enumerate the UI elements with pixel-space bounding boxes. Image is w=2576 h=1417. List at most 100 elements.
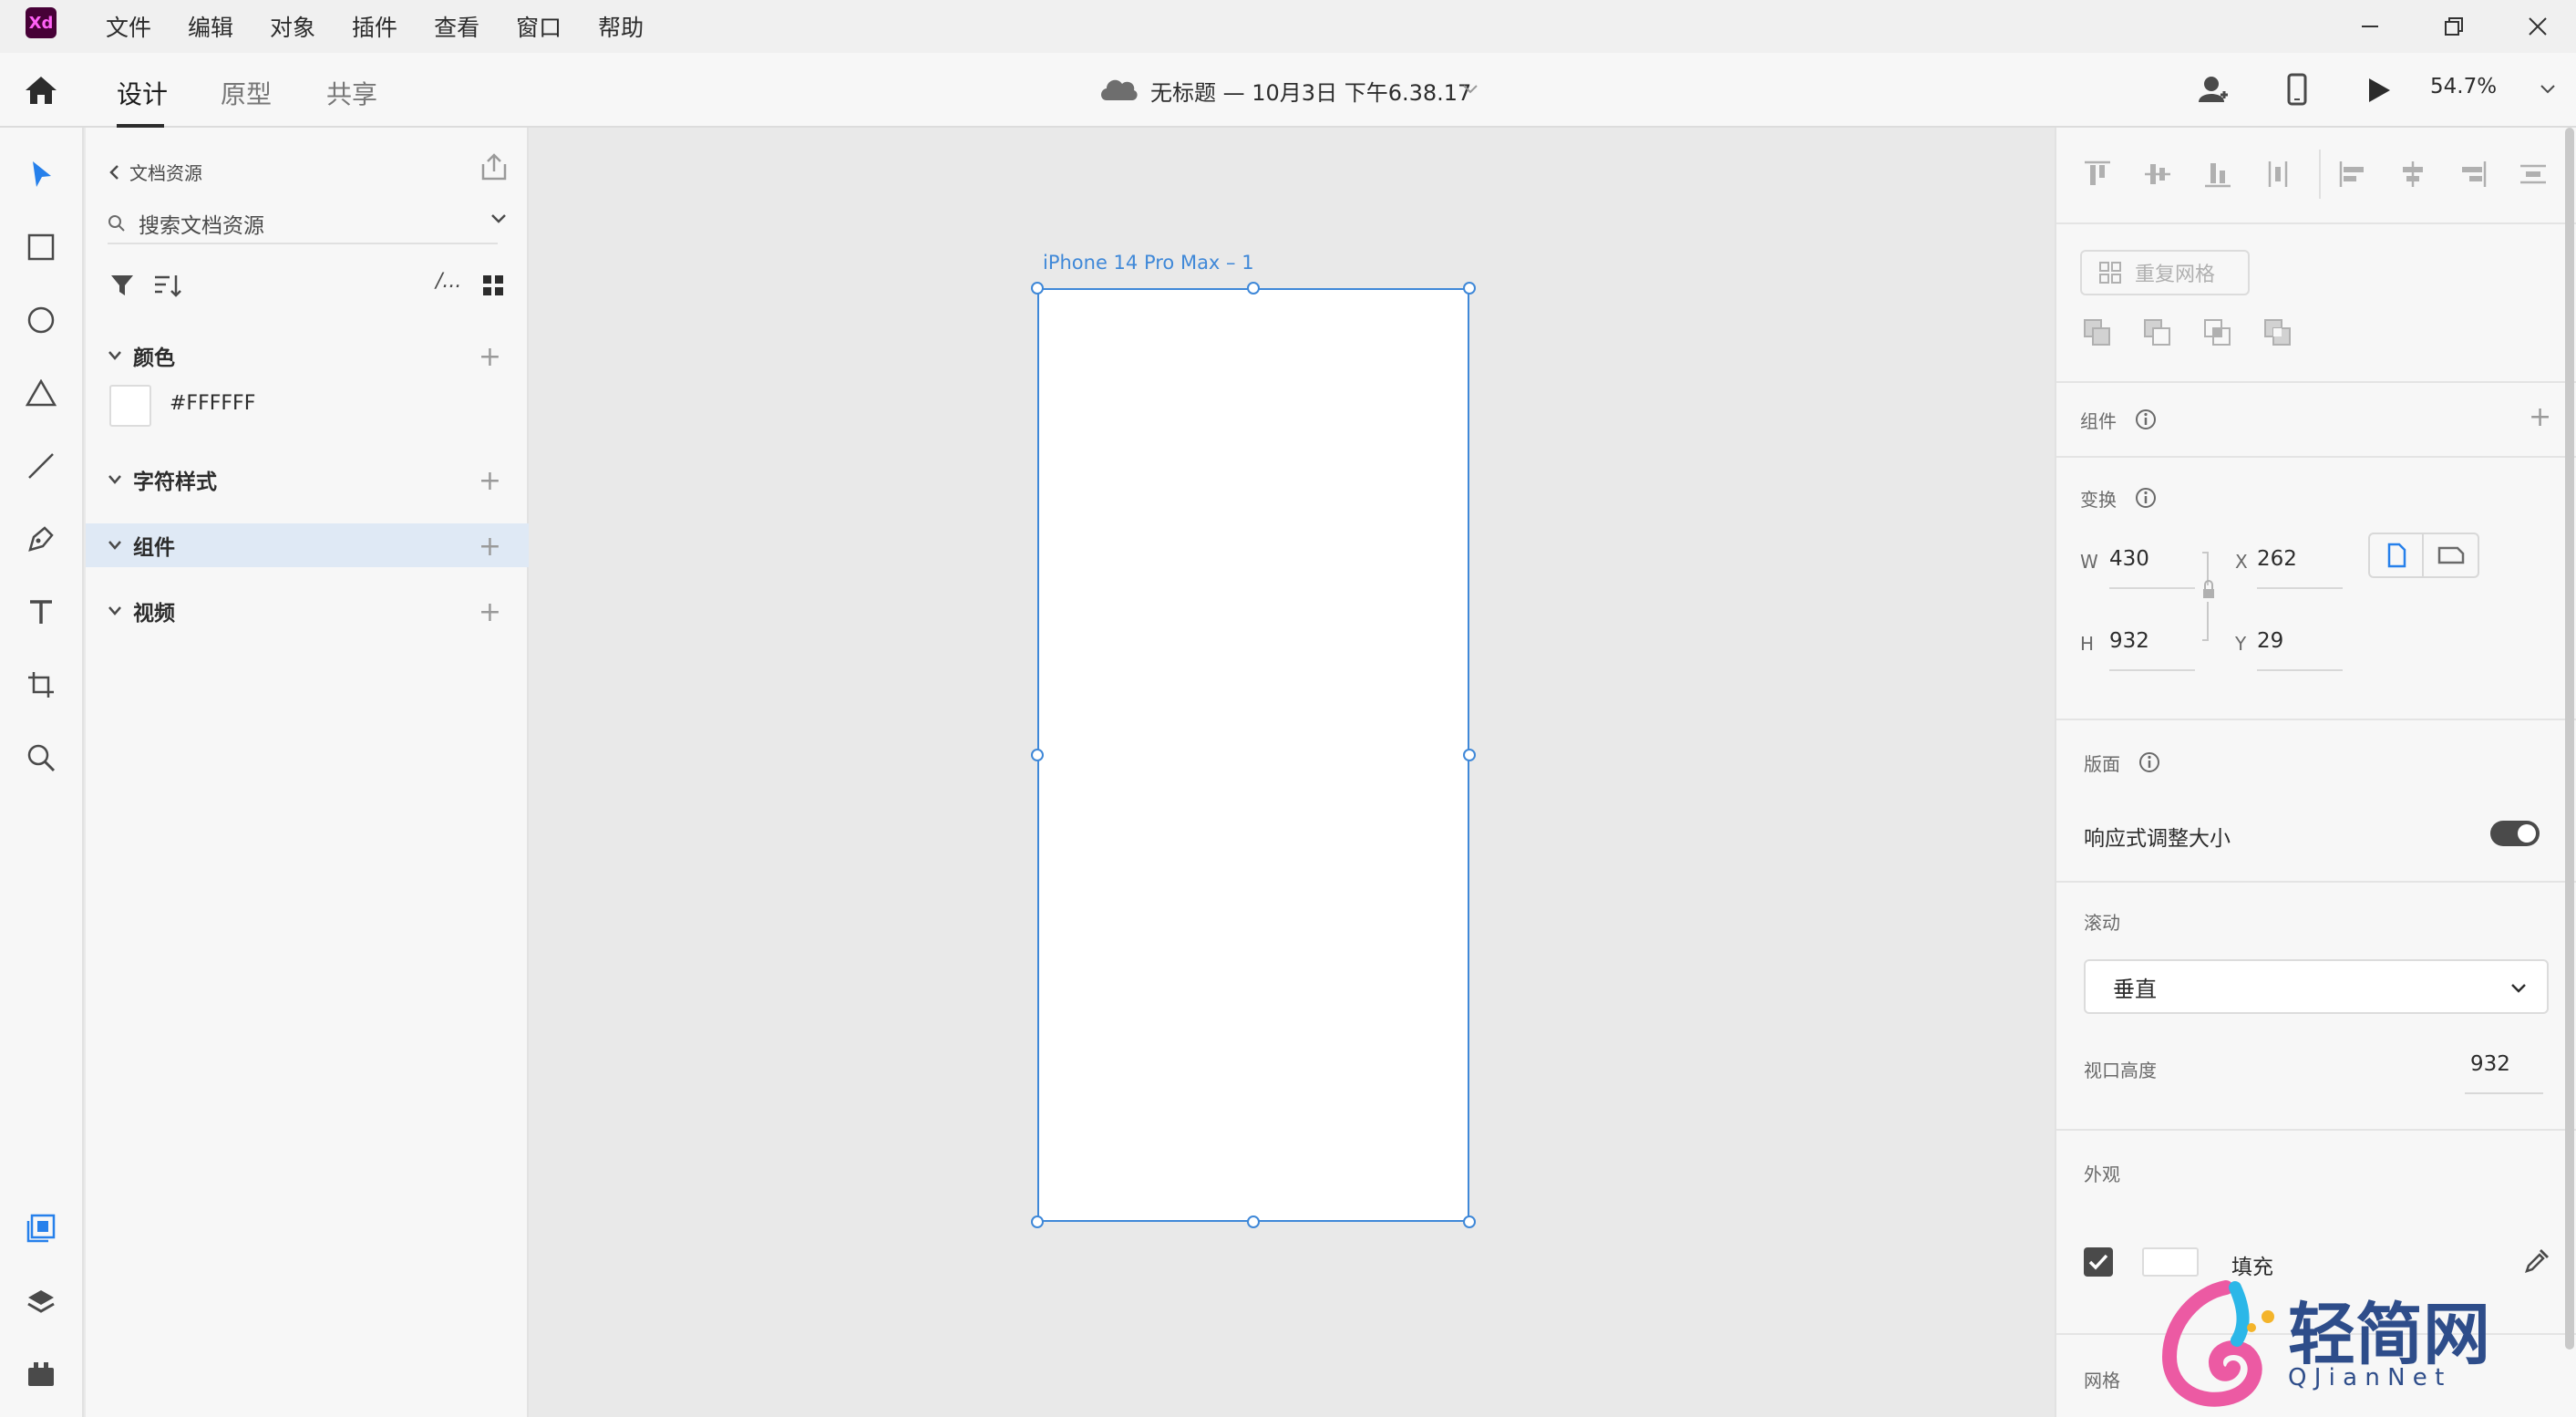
add-color-button[interactable]: + xyxy=(479,341,501,373)
assets-search[interactable]: 搜索文档资源 xyxy=(108,204,498,244)
panel-scrollbar[interactable] xyxy=(2565,128,2574,1350)
scroll-select[interactable]: 垂直 xyxy=(2084,959,2549,1014)
align-bottom-icon[interactable] xyxy=(2202,159,2233,190)
resize-handle-bottom[interactable] xyxy=(1247,1215,1260,1228)
width-field[interactable]: 430 xyxy=(2109,547,2149,571)
resize-handle-left[interactable] xyxy=(1031,749,1044,761)
property-inspector: 重复网格 组件 + 变换 W 430 X 262 H 932 Y 29 版面 响… xyxy=(2055,128,2576,1417)
pen-tool[interactable] xyxy=(20,518,62,560)
tab-design[interactable]: 设计 xyxy=(117,75,168,111)
align-middle-icon[interactable] xyxy=(2142,159,2173,190)
share-user-button[interactable] xyxy=(2197,73,2230,106)
artboard-tool[interactable] xyxy=(20,664,62,706)
assets-back-button[interactable]: 文档资源 xyxy=(108,159,202,185)
artboard-name[interactable]: iPhone 14 Pro Max – 1 xyxy=(1043,252,1254,274)
resize-handle-top[interactable] xyxy=(1247,282,1260,295)
search-input[interactable]: 搜索文档资源 xyxy=(139,208,264,239)
assets-panel-button[interactable] xyxy=(20,1207,62,1249)
y-field[interactable]: 29 xyxy=(2257,629,2283,653)
menu-view[interactable]: 查看 xyxy=(434,10,479,43)
zoom-level[interactable]: 54.7% xyxy=(2430,75,2497,98)
share-icon xyxy=(481,153,507,181)
add-component-plus[interactable]: + xyxy=(2529,401,2551,433)
line-tool[interactable] xyxy=(20,445,62,487)
viewport-height-field[interactable]: 932 xyxy=(2470,1052,2510,1076)
tab-prototype[interactable]: 原型 xyxy=(221,75,272,111)
polygon-tool[interactable] xyxy=(20,372,62,414)
portrait-button[interactable] xyxy=(2370,534,2425,576)
select-tool[interactable] xyxy=(20,153,62,195)
layers-panel-button[interactable] xyxy=(20,1280,62,1322)
resize-handle-bottom-left[interactable] xyxy=(1031,1215,1044,1228)
components-section-header[interactable]: 组件 + xyxy=(86,523,529,567)
distribute-horizontal-icon[interactable] xyxy=(2518,159,2549,190)
lock-aspect-button[interactable] xyxy=(2200,549,2217,649)
menu-help[interactable]: 帮助 xyxy=(598,10,644,43)
chevron-down-icon[interactable] xyxy=(1462,84,1479,95)
restore-button[interactable] xyxy=(2421,0,2487,53)
add-video-button[interactable]: + xyxy=(479,596,501,628)
menu-file[interactable]: 文件 xyxy=(106,10,151,43)
eyedropper-button[interactable] xyxy=(2523,1247,2550,1275)
char-styles-section-header[interactable]: 字符样式 + xyxy=(86,458,529,502)
menu-plugins[interactable]: 插件 xyxy=(352,10,397,43)
distribute-vertical-icon[interactable] xyxy=(2262,159,2293,190)
repeat-grid-button[interactable]: 重复网格 xyxy=(2080,250,2250,295)
resize-handle-top-left[interactable] xyxy=(1031,282,1044,295)
colors-section-header[interactable]: 颜色 + xyxy=(86,334,529,378)
boolean-exclude-icon[interactable] xyxy=(2262,317,2293,348)
responsive-resize-toggle[interactable] xyxy=(2490,821,2540,846)
rectangle-tool[interactable] xyxy=(20,226,62,268)
pointer-icon xyxy=(33,161,51,187)
height-field[interactable]: 932 xyxy=(2109,629,2149,653)
document-title[interactable]: 无标题 — 10月3日 下午6.38.17 xyxy=(1150,75,1471,107)
menu-object[interactable]: 对象 xyxy=(270,10,315,43)
plugins-panel-button[interactable] xyxy=(20,1353,62,1395)
info-icon[interactable] xyxy=(2135,409,2157,430)
resize-handle-bottom-right[interactable] xyxy=(1463,1215,1476,1228)
device-preview-button[interactable] xyxy=(2286,73,2308,106)
align-toolbar xyxy=(2082,159,2293,190)
color-swatch[interactable] xyxy=(109,385,151,427)
tab-share[interactable]: 共享 xyxy=(326,75,377,111)
sort-button[interactable] xyxy=(153,274,182,297)
grid-view-button[interactable] xyxy=(481,274,505,297)
zoom-chevron-icon[interactable] xyxy=(2540,84,2556,95)
play-preview-button[interactable] xyxy=(2366,77,2392,104)
align-center-icon[interactable] xyxy=(2397,159,2428,190)
boolean-intersect-icon[interactable] xyxy=(2202,317,2233,348)
y-underline xyxy=(2257,669,2343,671)
boolean-add-icon[interactable] xyxy=(2082,317,2113,348)
align-right-icon[interactable] xyxy=(2458,159,2488,190)
fill-color-swatch[interactable] xyxy=(2142,1247,2199,1277)
fill-checkbox[interactable] xyxy=(2084,1247,2113,1277)
eyedropper-icon xyxy=(2525,1249,2549,1273)
minimize-button[interactable] xyxy=(2337,0,2403,53)
x-field[interactable]: 262 xyxy=(2257,547,2297,571)
video-section-header[interactable]: 视频 + xyxy=(86,589,529,633)
boolean-ops xyxy=(2082,317,2293,348)
menu-bar: 文件 编辑 对象 插件 查看 窗口 帮助 xyxy=(106,0,680,53)
menu-edit[interactable]: 编辑 xyxy=(188,10,233,43)
search-scope-chevron-icon[interactable] xyxy=(490,213,507,224)
landscape-button[interactable] xyxy=(2424,534,2478,576)
artboard[interactable] xyxy=(1037,288,1469,1222)
align-top-icon[interactable] xyxy=(2082,159,2113,190)
boolean-subtract-icon[interactable] xyxy=(2142,317,2173,348)
home-button[interactable] xyxy=(24,75,58,106)
close-button[interactable] xyxy=(2505,0,2571,53)
resize-handle-top-right[interactable] xyxy=(1463,282,1476,295)
zoom-tool[interactable] xyxy=(20,737,62,779)
info-icon[interactable] xyxy=(2138,751,2160,773)
export-assets-button[interactable] xyxy=(479,153,509,181)
resize-handle-right[interactable] xyxy=(1463,749,1476,761)
add-component-button[interactable]: + xyxy=(479,531,501,563)
text-tool[interactable] xyxy=(20,591,62,633)
list-view-button[interactable]: /... xyxy=(436,270,461,293)
add-char-style-button[interactable]: + xyxy=(479,465,501,497)
menu-window[interactable]: 窗口 xyxy=(516,10,562,43)
filter-button[interactable] xyxy=(109,274,135,297)
info-icon[interactable] xyxy=(2135,487,2157,509)
align-left-icon[interactable] xyxy=(2337,159,2368,190)
ellipse-tool[interactable] xyxy=(20,299,62,341)
